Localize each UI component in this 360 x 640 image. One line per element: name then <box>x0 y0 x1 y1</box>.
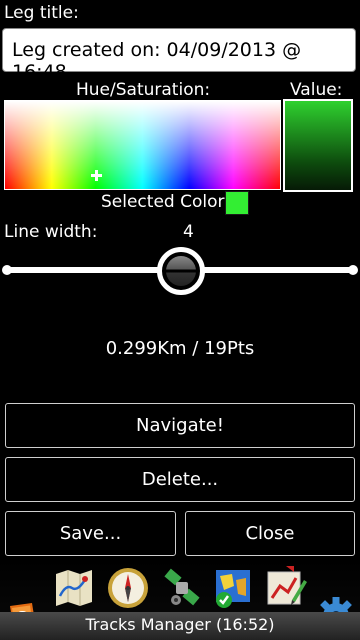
line-width-slider-knob[interactable] <box>157 247 205 295</box>
value-picker[interactable] <box>283 99 353 192</box>
navigate-button[interactable]: Navigate! <box>5 403 355 448</box>
hue-saturation-picker[interactable] <box>4 100 281 190</box>
map-icon[interactable] <box>52 566 96 610</box>
app-title-bar: Tracks Manager (16:52) <box>0 612 360 640</box>
track-stats: 0.299Km / 19Pts <box>105 338 255 359</box>
line-width-value: 4 <box>183 222 194 242</box>
leg-title-input[interactable]: Leg created on: 04/09/2013 @ 16:48 <box>2 28 356 83</box>
line-width-label: Line width: <box>4 222 98 242</box>
close-button[interactable]: Close <box>185 511 355 556</box>
map-check-icon[interactable] <box>212 566 256 610</box>
delete-button[interactable]: Delete... <box>5 457 355 502</box>
compass-icon[interactable] <box>106 566 150 610</box>
value-label: Value: <box>290 80 343 100</box>
hue-saturation-label: Hue/Saturation: <box>76 80 211 100</box>
save-button[interactable]: Save... <box>5 511 176 556</box>
leg-title-label: Leg title: <box>4 3 79 23</box>
satellite-icon[interactable] <box>160 566 204 610</box>
slider-max-end <box>348 265 358 275</box>
crosshair-cursor-icon <box>91 170 102 181</box>
selected-color-label: Selected Color: <box>101 192 230 212</box>
slider-min-end <box>2 265 12 275</box>
route-edit-icon[interactable] <box>264 566 308 610</box>
selected-color-swatch <box>225 191 249 215</box>
